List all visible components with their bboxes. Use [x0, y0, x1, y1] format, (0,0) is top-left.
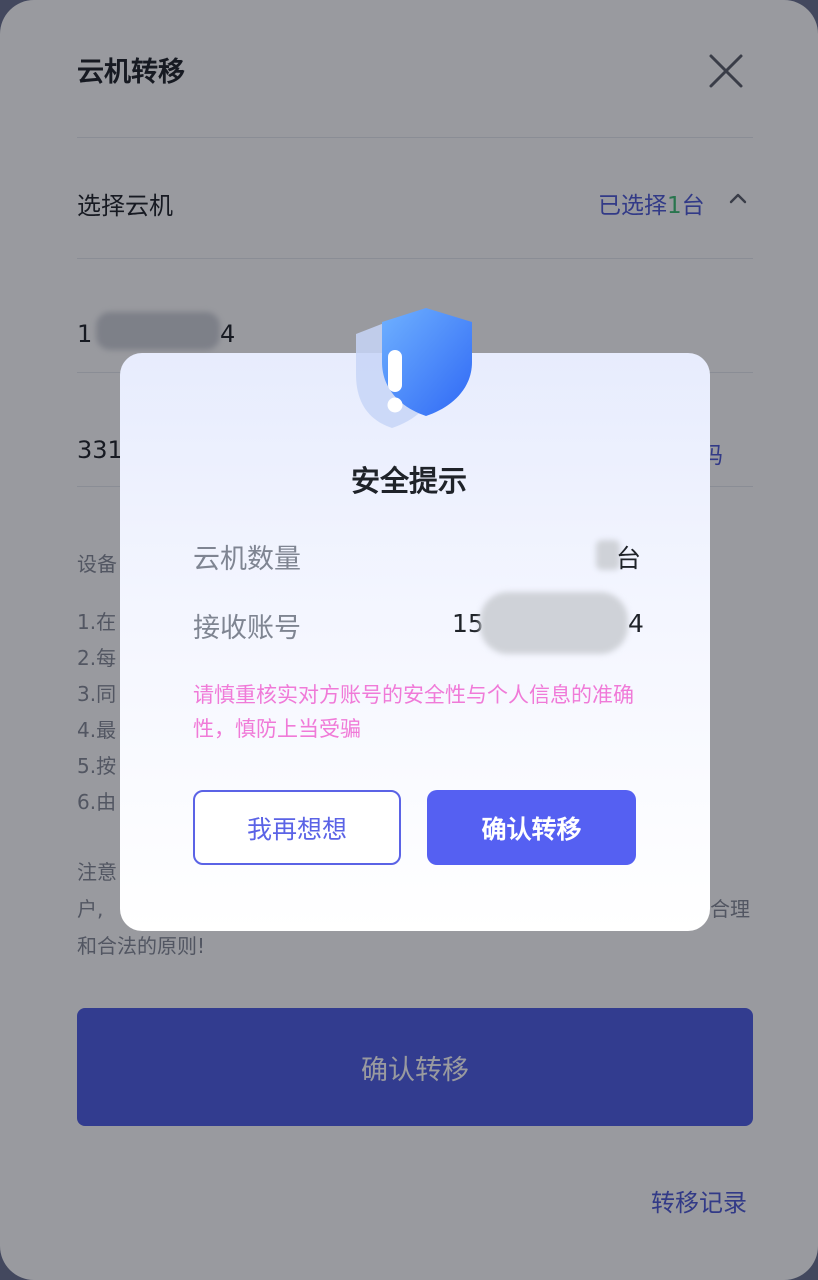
- receiver-account-label: 接收账号: [193, 613, 301, 644]
- fraud-warning-text: 请慎重核实对方账号的安全性与个人信息的准确性，慎防上当受骗: [193, 683, 634, 741]
- dialog-confirm-transfer-button[interactable]: 确认转移: [427, 790, 636, 865]
- reconsider-button[interactable]: 我再想想: [193, 790, 401, 865]
- cloud-quantity-unit: 台: [616, 544, 642, 573]
- redacted-receiver-account: [480, 592, 628, 654]
- cloud-quantity-label: 云机数量: [193, 544, 301, 575]
- receiver-account-end: 4: [628, 609, 644, 638]
- dialog-title: 安全提示: [350, 464, 467, 498]
- shield-warning-icon: [356, 308, 472, 428]
